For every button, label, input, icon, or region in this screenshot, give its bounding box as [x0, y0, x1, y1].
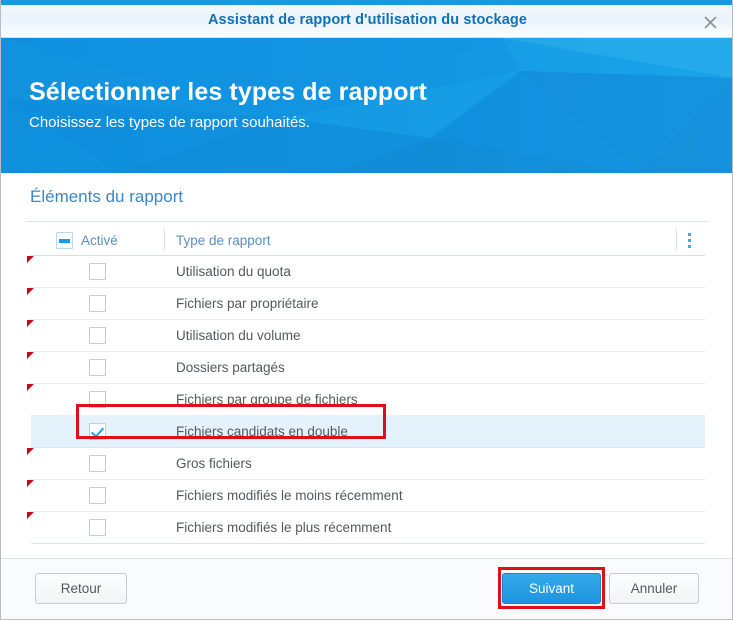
checkbox-unchecked-icon[interactable]	[89, 487, 106, 504]
kebab-menu-icon[interactable]	[677, 225, 701, 255]
dialog-footer: Retour Suivant Annuler	[1, 558, 732, 619]
report-type-label: Fichiers par propriétaire	[176, 296, 319, 311]
section-divider	[26, 221, 709, 222]
row-marker-icon	[27, 448, 34, 455]
report-type-label: Fichiers modifiés le moins récemment	[176, 488, 403, 503]
hero-title: Sélectionner les types de rapport	[29, 78, 427, 106]
report-type-label: Utilisation du volume	[176, 328, 301, 343]
checkbox-indeterminate-icon	[56, 231, 73, 249]
report-type-label: Fichiers candidats en double	[176, 424, 348, 439]
row-marker-icon	[27, 320, 34, 327]
checkbox-unchecked-icon[interactable]	[89, 295, 106, 312]
table-row[interactable]: Utilisation du volume	[27, 320, 705, 352]
table-row[interactable]: Dossiers partagés	[27, 352, 705, 384]
next-button[interactable]: Suivant	[502, 573, 601, 604]
window-title: Assistant de rapport d'utilisation du st…	[207, 12, 528, 28]
cancel-button[interactable]: Annuler	[609, 573, 699, 604]
checkbox-unchecked-icon[interactable]	[89, 263, 106, 280]
checkbox-checked-icon[interactable]	[89, 423, 106, 440]
report-type-label: Fichiers modifiés le plus récemment	[176, 520, 392, 535]
row-marker-icon	[27, 480, 34, 487]
table-row[interactable]: Utilisation du quota	[27, 256, 705, 288]
table-row[interactable]: Fichiers candidats en double	[31, 416, 705, 448]
report-type-label: Dossiers partagés	[176, 360, 285, 375]
row-marker-icon	[27, 352, 34, 359]
table-row[interactable]: Gros fichiers	[27, 448, 705, 480]
table-row[interactable]: Fichiers par propriétaire	[27, 288, 705, 320]
kebab-dot	[687, 244, 691, 248]
table-row[interactable]: Fichiers modifiés le plus récemment	[27, 512, 705, 544]
hero-banner: Sélectionner les types de rapport Choisi…	[1, 38, 732, 173]
checkbox-unchecked-icon[interactable]	[89, 327, 106, 344]
checkbox-unchecked-icon[interactable]	[89, 519, 106, 536]
table-header-row: Activé Type de rapport	[31, 225, 705, 256]
row-marker-icon	[27, 256, 34, 263]
checkbox-unchecked-icon[interactable]	[89, 359, 106, 376]
hero-subtitle: Choisissez les types de rapport souhaité…	[29, 114, 310, 131]
table-row[interactable]: Fichiers modifiés le moins récemment	[27, 480, 705, 512]
section-title: Éléments du rapport	[30, 187, 184, 206]
title-bar: Assistant de rapport d'utilisation du st…	[1, 5, 732, 38]
checkbox-unchecked-icon[interactable]	[89, 391, 106, 408]
column-header-enabled: Activé	[81, 232, 118, 248]
row-marker-icon	[27, 512, 34, 519]
close-icon[interactable]	[696, 9, 724, 35]
column-header-type[interactable]: Type de rapport	[176, 225, 271, 255]
row-marker-icon	[27, 288, 34, 295]
checkbox-unchecked-icon[interactable]	[89, 455, 106, 472]
report-type-label: Gros fichiers	[176, 456, 252, 471]
column-header-type-label: Type de rapport	[176, 232, 271, 248]
dialog-window: Assistant de rapport d'utilisation du st…	[0, 0, 733, 620]
report-types-table: Activé Type de rapport Utilisation du qu…	[27, 225, 705, 544]
content-area: Éléments du rapport Activé Type de rappo…	[1, 173, 732, 558]
back-button[interactable]: Retour	[35, 573, 127, 604]
kebab-dot	[687, 238, 691, 242]
kebab-dot	[687, 232, 691, 236]
row-marker-icon	[27, 384, 34, 391]
table-row[interactable]: Fichiers par groupe de fichiers	[27, 384, 705, 416]
report-type-label: Fichiers par groupe de fichiers	[176, 392, 358, 407]
select-all-checkbox[interactable]: Activé	[31, 225, 164, 255]
report-type-label: Utilisation du quota	[176, 264, 291, 279]
table-body: Utilisation du quota Fichiers par proprié…	[27, 256, 705, 544]
column-divider	[164, 229, 165, 251]
